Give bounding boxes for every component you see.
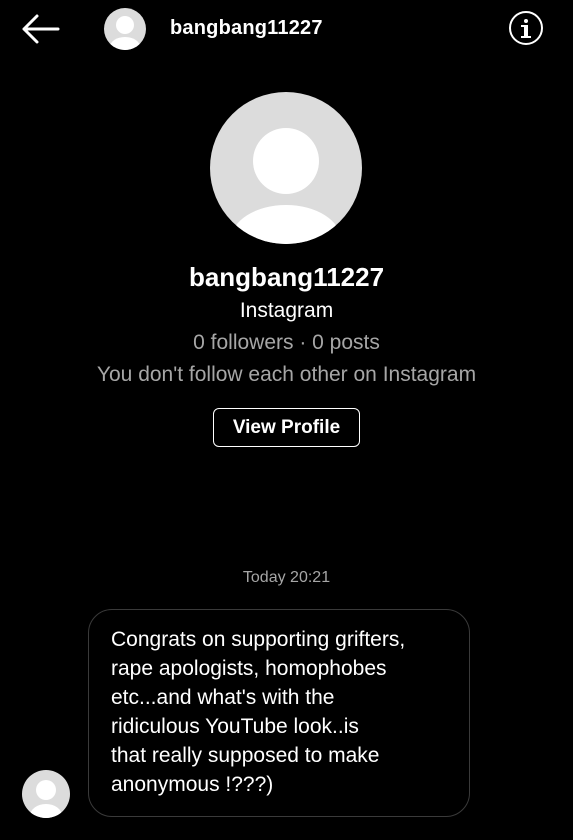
arrow-left-icon[interactable] [20,12,60,46]
info-dot [524,19,528,23]
profile-name: bangbang11227 [188,262,385,292]
sender-avatar[interactable] [22,770,70,818]
view-profile-button[interactable]: View Profile [213,408,360,447]
avatar-body [231,205,341,244]
profile-avatar[interactable] [210,92,362,244]
info-serif-bottom [521,36,531,38]
avatar-head [36,780,56,800]
avatar-body [110,37,140,50]
header-avatar[interactable] [104,8,146,50]
chat-header: bangbang11227 [0,0,573,58]
message-timestamp: Today 20:21 [242,569,331,586]
header-username[interactable]: bangbang11227 [170,17,323,40]
profile-stats: 0 followers · 0 posts [193,331,380,354]
profile-relation: You don't follow each other on Instagram [96,363,477,386]
avatar-head [116,16,134,34]
avatar-head [253,128,319,194]
avatar-body [30,804,62,818]
info-circle-icon[interactable] [509,11,543,45]
profile-source: Instagram [239,299,334,322]
message-bubble[interactable]: Congrats on supporting grifters, rape ap… [88,609,470,817]
